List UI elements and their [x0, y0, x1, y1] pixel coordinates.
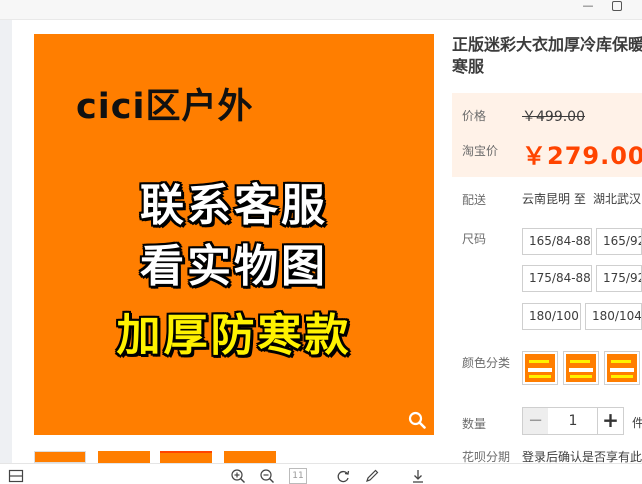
- viewer-toolbar: 11: [0, 463, 642, 484]
- page-number-box[interactable]: 11: [289, 468, 307, 484]
- thumbnail-4[interactable]: [224, 451, 276, 463]
- shipping-destination[interactable]: 湖北武汉: [593, 190, 641, 207]
- image-brand-text: cici区户外: [76, 87, 254, 127]
- rotate-icon[interactable]: [335, 468, 351, 484]
- color-swatch[interactable]: [604, 351, 640, 385]
- window-titlebar: —: [0, 0, 642, 20]
- size-option[interactable]: 175/92-: [596, 265, 642, 292]
- image-text-line3: 加厚防寒款: [116, 310, 352, 361]
- zoom-in-icon[interactable]: [230, 468, 246, 484]
- download-icon[interactable]: [410, 468, 426, 484]
- shipping-label: 配送: [462, 193, 487, 207]
- color-label: 颜色分类: [462, 356, 511, 370]
- product-title: 正版迷彩大衣加厚冷库保暖: [452, 35, 642, 54]
- thumbnail-2[interactable]: [98, 451, 150, 463]
- taobao-price-label: 淘宝价: [462, 144, 499, 158]
- minimize-icon[interactable]: —: [580, 0, 596, 14]
- image-text-line2: 看实物图: [140, 241, 328, 292]
- product-page: — cici区户外 联系客服 看实物图 加厚防寒款 正版迷彩大衣加厚冷库保暖 寒…: [0, 0, 642, 484]
- color-swatch[interactable]: [563, 351, 599, 385]
- maximize-icon[interactable]: [612, 1, 622, 11]
- zoom-icon[interactable]: [408, 411, 426, 429]
- size-option[interactable]: 165/92-: [596, 228, 642, 255]
- product-main-image[interactable]: cici区户外 联系客服 看实物图 加厚防寒款: [34, 34, 434, 435]
- size-option[interactable]: 180/100: [522, 303, 581, 330]
- color-swatch[interactable]: [522, 351, 558, 385]
- zoom-out-icon[interactable]: [259, 468, 275, 484]
- original-price: ￥499.00: [522, 109, 585, 125]
- size-option[interactable]: 180/104-: [585, 303, 642, 330]
- thumbnail-1[interactable]: [34, 451, 86, 463]
- image-text-line1: 联系客服: [140, 180, 328, 231]
- shipping-from: 云南昆明 至: [522, 192, 586, 206]
- quantity-input[interactable]: 1: [548, 407, 598, 435]
- thumbnail-3[interactable]: [160, 451, 212, 463]
- side-panel-strip: [0, 20, 12, 484]
- sidebar-toggle-icon[interactable]: [8, 468, 24, 484]
- quantity-increase-button[interactable]: +: [597, 407, 624, 435]
- quantity-decrease-button[interactable]: −: [522, 407, 549, 435]
- pen-icon[interactable]: [364, 468, 380, 484]
- quantity-label: 数量: [462, 417, 487, 431]
- quantity-unit: 件: [632, 416, 642, 430]
- size-option[interactable]: 165/84-88: [522, 228, 592, 255]
- product-title-line2: 寒服: [452, 57, 485, 76]
- size-label: 尺码: [462, 232, 487, 246]
- sale-price: ￥279.00: [522, 142, 642, 170]
- size-option[interactable]: 175/84-88: [522, 265, 592, 292]
- price-label: 价格: [462, 109, 487, 123]
